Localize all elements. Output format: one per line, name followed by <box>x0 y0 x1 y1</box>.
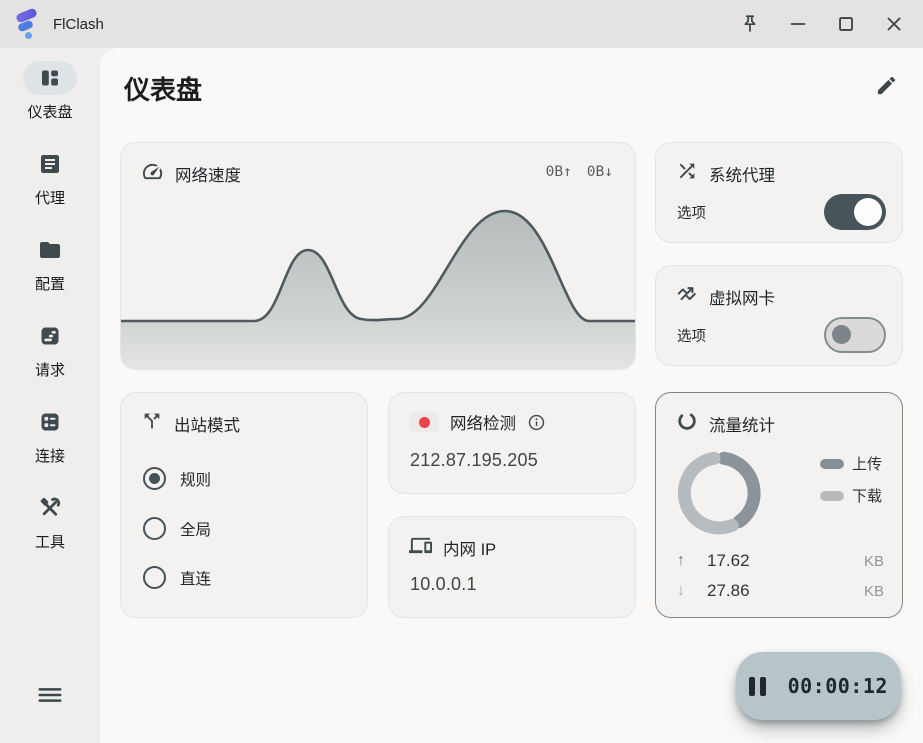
speedometer-icon <box>141 160 164 188</box>
shuffle-icon <box>676 160 698 187</box>
lan-ip-value: 10.0.0.1 <box>410 574 477 595</box>
info-icon[interactable] <box>527 413 546 432</box>
zigzag-icon <box>676 283 698 310</box>
virtual-nic-card: 虚拟网卡 选项 <box>655 265 903 366</box>
flclash-window: FlClash <box>0 0 923 743</box>
radio-unselected-icon <box>143 566 166 589</box>
card-title: 网络检测 <box>450 410 516 434</box>
status-dot-icon <box>409 412 439 432</box>
public-ip-value: 212.87.195.205 <box>410 450 538 471</box>
pause-timer-button[interactable]: 00:00:12 <box>736 652 901 720</box>
radio-selected-icon <box>143 467 166 490</box>
folder-icon <box>23 233 77 267</box>
radio-label: 规则 <box>180 468 211 490</box>
sidebar-label: 仪表盘 <box>27 101 72 122</box>
option-label: 选项 <box>677 202 706 223</box>
radio-label: 直连 <box>180 567 211 589</box>
arrow-down-icon: ↓ <box>677 582 707 600</box>
card-title: 虚拟网卡 <box>709 285 775 309</box>
traffic-legend: 上传 下载 <box>820 453 882 506</box>
upload-swatch-icon <box>820 459 844 469</box>
minimize-icon[interactable] <box>774 3 822 45</box>
radio-direct[interactable]: 直连 <box>143 566 211 589</box>
sidebar-label: 工具 <box>35 531 65 552</box>
sidebar-item-connections[interactable]: 连接 <box>23 405 77 466</box>
maximize-icon[interactable] <box>822 3 870 45</box>
sidebar-item-proxy[interactable]: 代理 <box>23 147 77 208</box>
traffic-card[interactable]: 流量统计 上传 下载 ↑ 17.62 KB <box>655 392 903 618</box>
sidebar-label: 请求 <box>35 359 65 380</box>
app-logo-icon <box>13 8 43 40</box>
network-check-card: 网络检测 212.87.195.205 <box>388 392 636 494</box>
legend-download: 下载 <box>820 485 882 506</box>
network-speed-card: 网络速度 0B↑ 0B↓ <box>120 142 636 370</box>
radio-rule[interactable]: 规则 <box>143 467 211 490</box>
sidebar-item-profiles[interactable]: 配置 <box>23 233 77 294</box>
download-total-row: ↓ 27.86 KB <box>677 580 884 602</box>
sidebar-item-dashboard[interactable]: 仪表盘 <box>23 61 77 122</box>
app-title: FlClash <box>53 16 104 33</box>
upload-rate: 0B↑ <box>546 164 572 180</box>
pause-icon <box>749 677 766 696</box>
close-icon[interactable] <box>870 3 918 45</box>
title-bar: FlClash <box>0 0 923 48</box>
arrow-up-icon: ↑ <box>677 552 707 570</box>
sidebar-label: 配置 <box>35 273 65 294</box>
sidebar-label: 连接 <box>35 445 65 466</box>
radio-global[interactable]: 全局 <box>143 517 211 540</box>
system-proxy-card: 系统代理 选项 <box>655 142 903 243</box>
timer-value: 00:00:12 <box>788 674 888 698</box>
system-proxy-toggle[interactable] <box>824 194 886 230</box>
upload-total-row: ↑ 17.62 KB <box>677 550 884 572</box>
menu-icon[interactable] <box>37 682 63 713</box>
tools-icon <box>23 491 77 525</box>
card-title: 系统代理 <box>709 162 775 186</box>
card-title: 内网 IP <box>443 536 496 560</box>
radio-unselected-icon <box>143 517 166 540</box>
call-split-icon <box>141 410 163 437</box>
speed-rates: 0B↑ 0B↓ <box>546 164 613 180</box>
connections-icon <box>23 405 77 439</box>
sidebar: 仪表盘 代理 配置 <box>0 48 100 743</box>
download-swatch-icon <box>820 491 844 501</box>
outbound-mode-card: 出站模式 规则 全局 直连 <box>120 392 368 618</box>
sidebar-label: 代理 <box>35 187 65 208</box>
dashboard-icon <box>23 61 77 95</box>
option-label: 选项 <box>677 325 706 346</box>
sidebar-item-tools[interactable]: 工具 <box>23 491 77 552</box>
main-content: 仪表盘 <box>100 48 923 743</box>
proxy-list-icon <box>23 147 77 181</box>
devices-icon <box>409 534 432 562</box>
legend-upload: 上传 <box>820 453 882 474</box>
virtual-nic-toggle[interactable] <box>824 317 886 353</box>
pin-icon[interactable] <box>726 3 774 45</box>
page-title: 仪表盘 <box>124 70 202 107</box>
window-controls <box>726 3 923 45</box>
download-rate: 0B↓ <box>587 164 613 180</box>
lan-ip-card: 内网 IP 10.0.0.1 <box>388 516 636 618</box>
card-title: 出站模式 <box>174 412 240 436</box>
requests-icon <box>23 319 77 353</box>
card-title: 网络速度 <box>175 162 241 186</box>
edit-icon[interactable] <box>875 74 898 102</box>
sidebar-item-requests[interactable]: 请求 <box>23 319 77 380</box>
radio-label: 全局 <box>180 518 211 540</box>
